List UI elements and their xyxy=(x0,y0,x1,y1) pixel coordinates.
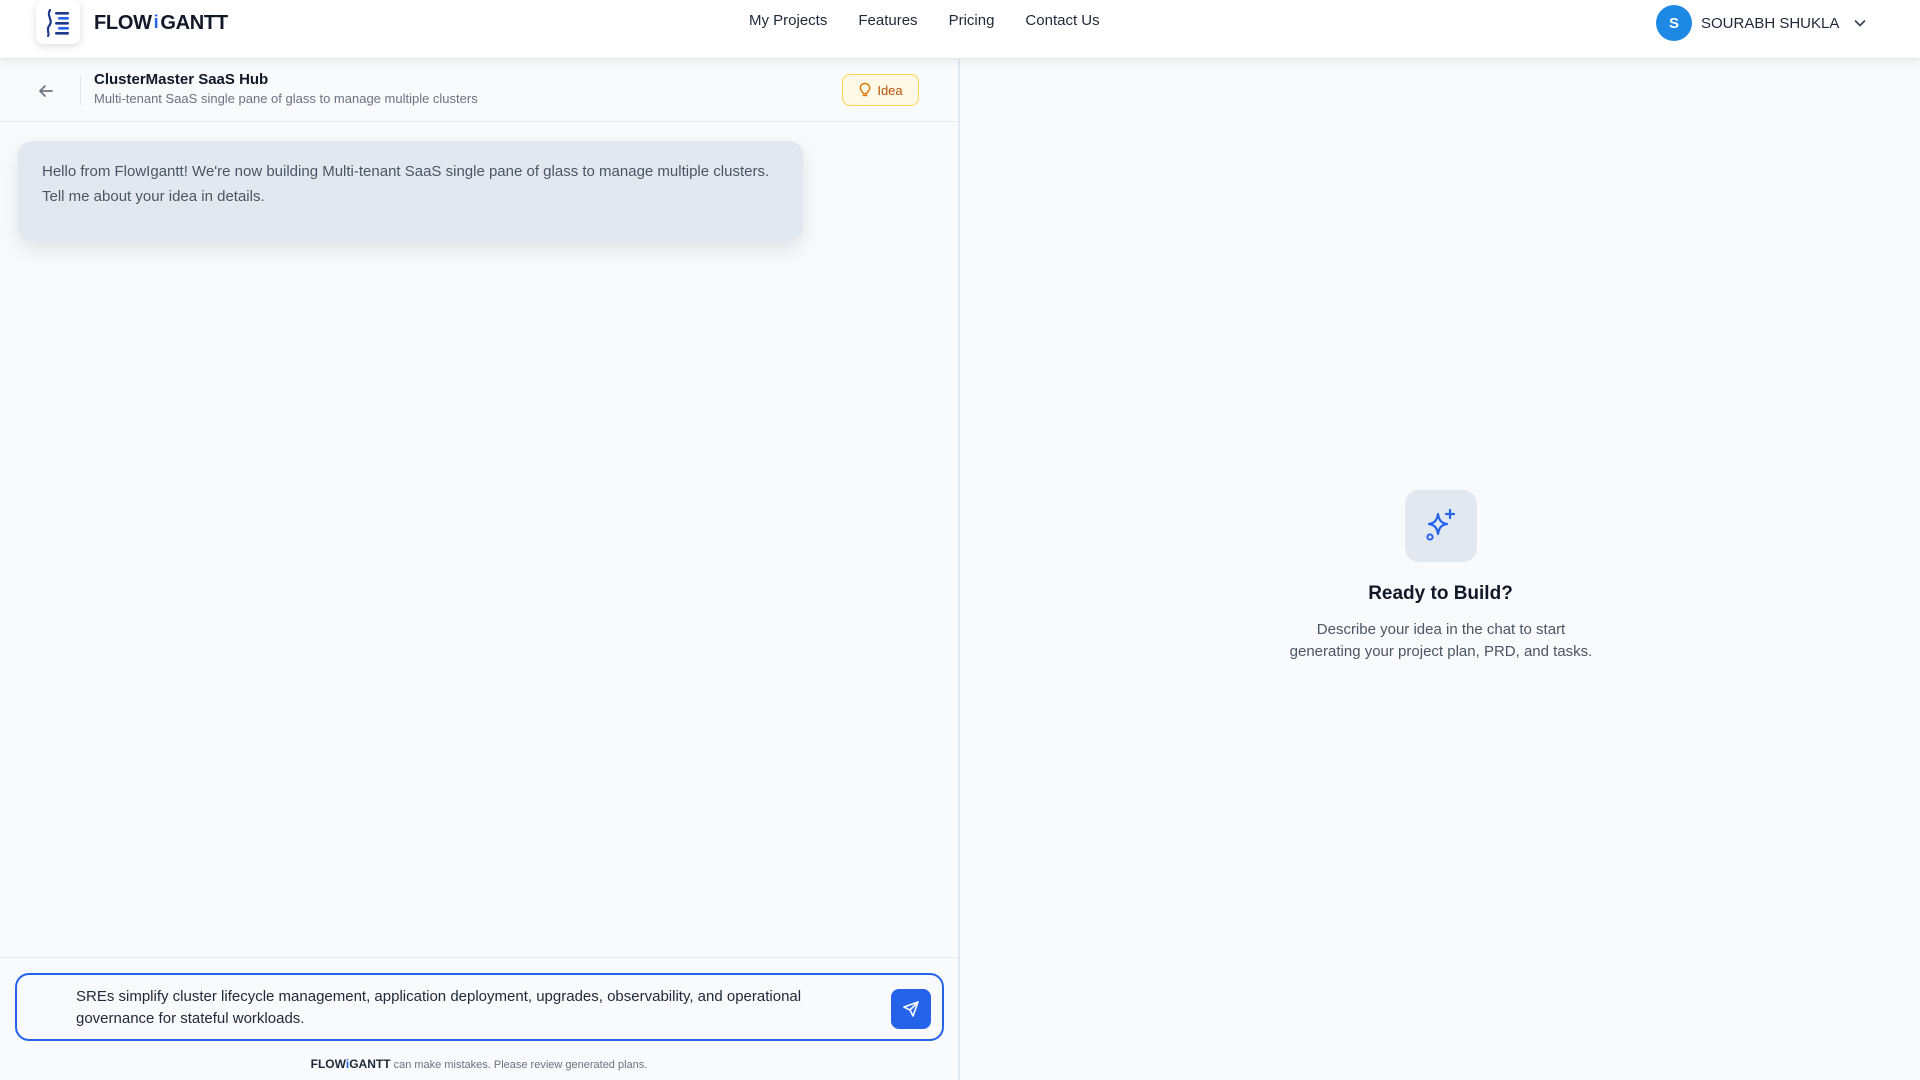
brand-right: GANTT xyxy=(160,12,228,34)
composer-area: SREs simplify cluster lifecycle manageme… xyxy=(0,957,958,1080)
avatar: S xyxy=(1656,5,1692,41)
project-title: ClusterMaster SaaS Hub xyxy=(94,71,269,88)
chat-input[interactable]: SREs simplify cluster lifecycle manageme… xyxy=(15,973,944,1041)
disclaimer: FLOWiGANTT can make mistakes. Please rev… xyxy=(0,1057,958,1071)
nav-my-projects[interactable]: My Projects xyxy=(749,12,827,34)
chat-panel: ClusterMaster SaaS Hub Multi-tenant SaaS… xyxy=(0,59,960,1080)
send-icon xyxy=(903,1001,919,1017)
logo-icon[interactable] xyxy=(36,0,80,44)
message-text: Hello from FlowIgantt! We're now buildin… xyxy=(42,163,770,205)
nav-contact-us[interactable]: Contact Us xyxy=(1025,12,1099,34)
disclaimer-brand: FLOWiGANTT xyxy=(311,1057,391,1071)
project-subtitle: Multi-tenant SaaS single pane of glass t… xyxy=(94,91,478,106)
disclaimer-text: can make mistakes. Please review generat… xyxy=(393,1059,648,1071)
empty-state-title: Ready to Build? xyxy=(1368,583,1513,604)
header-divider xyxy=(80,75,81,105)
status-badge: Idea xyxy=(842,74,919,106)
nav-links: My Projects Features Pricing Contact Us xyxy=(749,12,1100,34)
lightbulb-icon xyxy=(859,82,871,97)
sparkles-icon xyxy=(1405,490,1477,562)
disclaimer-brand-right: GANTT xyxy=(349,1057,391,1071)
nav-pricing[interactable]: Pricing xyxy=(949,12,995,34)
brand-name[interactable]: FLOW i GANTT xyxy=(94,12,228,34)
project-header: ClusterMaster SaaS Hub Multi-tenant SaaS… xyxy=(0,59,958,122)
preview-panel: Ready to Build? Describe your idea in th… xyxy=(961,59,1920,1080)
nav-features[interactable]: Features xyxy=(858,12,917,34)
chevron-down-icon xyxy=(1855,20,1866,27)
back-button[interactable] xyxy=(34,79,58,103)
user-menu[interactable]: S SOURABH SHUKLA xyxy=(1656,5,1868,41)
disclaimer-brand-left: FLOW xyxy=(310,1057,346,1071)
brand-left: FLOW xyxy=(94,12,152,34)
user-name: SOURABH SHUKLA xyxy=(1701,14,1840,32)
brand-mid: i xyxy=(153,12,159,32)
top-navbar: FLOW i GANTT My Projects Features Pricing … xyxy=(0,0,1920,59)
chat-input-value[interactable]: SREs simplify cluster lifecycle manageme… xyxy=(76,986,876,1030)
assistant-message: Hello from FlowIgantt! We're now buildin… xyxy=(18,141,803,241)
empty-state-description: Describe your idea in the chat to start … xyxy=(1289,621,1593,660)
badge-label: Idea xyxy=(877,82,903,98)
arrow-left-icon xyxy=(39,85,53,97)
send-button[interactable] xyxy=(891,989,931,1029)
